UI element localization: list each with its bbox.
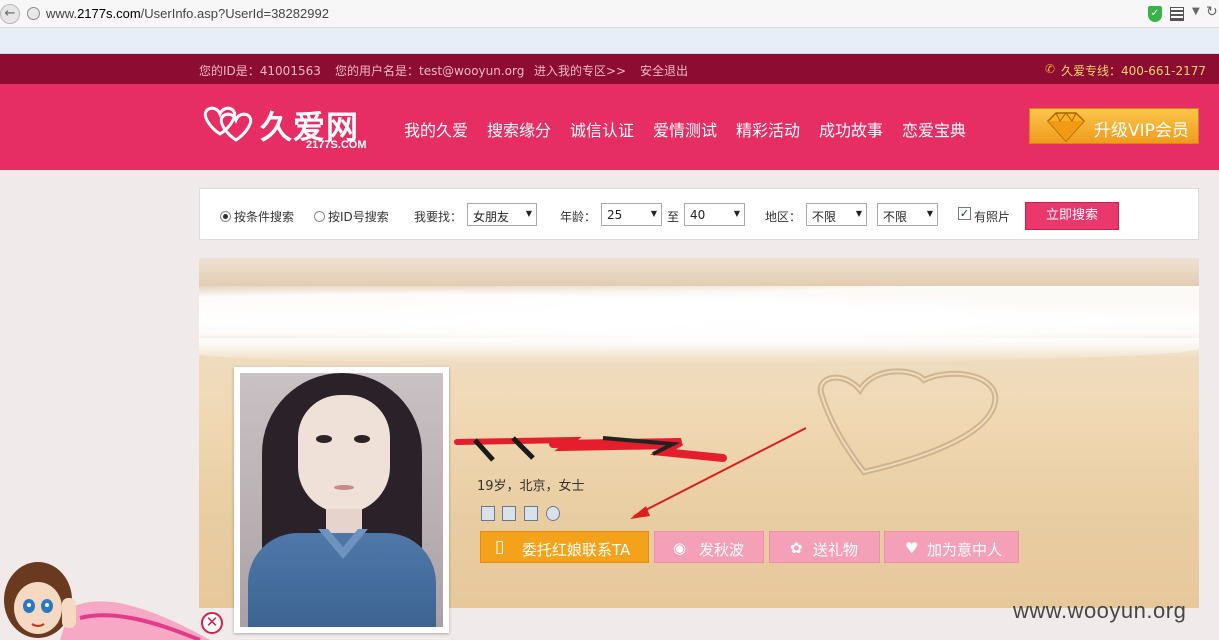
profile-photo-image [240,373,443,627]
back-arrow-icon[interactable]: ← [0,4,20,24]
my-username-text: 您的用户名是：test@wooyun.org [335,64,525,78]
age-label: 年龄： [560,210,597,224]
nav-verification[interactable]: 诚信认证 [570,117,634,141]
profile-age-location: 19岁，北京，女士 [477,479,585,494]
globe-icon [27,7,40,20]
watermark-text: www.wooyun.org [1013,598,1187,623]
site-logo[interactable]: 久爱网 2177S.COM [198,100,374,156]
logo-domain: 2177S.COM [306,139,367,151]
has-photo-checkbox[interactable]: ✓ [958,207,971,220]
nav-search[interactable]: 搜索缘分 [487,117,551,141]
enter-zone-link[interactable]: 进入我的专区>> [534,62,626,79]
phone-icon: ✆ [1045,62,1056,76]
photo-face [298,395,390,513]
sand-heart-drawing [817,368,999,476]
photo-right-eye [354,435,370,443]
radio-checked-icon [220,211,231,222]
chevron-down-icon[interactable]: ▼ [1192,6,1200,17]
radio-search-by-condition[interactable]: 按条件搜索 [220,208,294,225]
eye-icon: ◉ [673,539,687,557]
heart-icon: ♥ [905,539,919,557]
radio-empty-icon [314,211,325,222]
address-url[interactable]: www.2177s.com/UserInfo.asp?UserId=382829… [46,6,329,21]
send-gift-button[interactable]: ✿ 送礼物 [769,531,880,563]
matchmaker-contact-button[interactable]: ▯ 委托红娘联系TA [480,531,649,563]
nav-love-guide[interactable]: 恋爱宝典 [902,117,966,141]
refresh-icon[interactable]: ↻ [1206,4,1218,20]
wink-button[interactable]: ◉ 发秋波 [654,531,764,563]
shield-icon[interactable]: ✓ [1148,6,1162,22]
close-icon[interactable]: ✕ [201,612,223,634]
chevron-down-icon: ▼ [855,209,862,218]
browser-toolbar [0,28,1219,54]
photo-left-eye [316,435,332,443]
radio-condition-label: 按条件搜索 [234,210,295,224]
qr-code-icon[interactable] [1170,7,1184,21]
upgrade-vip-button[interactable]: 升级VIP会员 [1029,108,1199,144]
wink-label: 发秋波 [699,541,745,559]
phone-verified-icon[interactable] [481,506,495,521]
looking-for-label: 我要找： [414,210,463,224]
browser-address-bar: ← www.2177s.com/UserInfo.asp?UserId=3828… [0,0,1219,28]
nav-events[interactable]: 精彩活动 [736,117,800,141]
nav-love-test[interactable]: 爱情测试 [653,117,717,141]
looking-for-select[interactable]: 女朋友 ▼ [467,203,537,226]
region-province-select[interactable]: 不限 ▼ [806,203,867,226]
photo-mouth [334,485,354,490]
hotline-text: 久爱专线：400-661-2177 [1061,64,1207,78]
profile-photo[interactable] [234,367,449,633]
main-nav: 久爱网 2177S.COM 我的久爱 搜索缘分 诚信认证 爱情测试 精彩活动 成… [0,84,1219,170]
age-from-select[interactable]: 25 ▼ [601,203,662,226]
top-info-bar: 您的ID是：41001563 您的用户名是：test@wooyun.org 进入… [0,54,1219,84]
nav-success-stories[interactable]: 成功故事 [819,117,883,141]
region-city-select[interactable]: 不限 ▼ [877,203,938,226]
chevron-down-icon: ▼ [650,209,657,218]
add-favorite-button[interactable]: ♥ 加为意中人 [884,531,1019,563]
has-photo-label: 有照片 [974,210,1011,224]
nav-my-jiuai[interactable]: 我的久爱 [404,117,468,141]
age-to-select[interactable]: 40 ▼ [684,203,745,226]
matchmaker-contact-label: 委托红娘联系TA [522,541,631,559]
send-gift-label: 送礼物 [813,541,859,559]
radio-search-by-id[interactable]: 按ID号搜索 [314,208,389,225]
my-id-text: 您的ID是：41001563 [199,64,321,78]
chevron-down-icon: ▼ [926,209,933,218]
banner-wave [199,286,1199,346]
age-to-label: 至 [667,210,680,224]
search-button[interactable]: 立即搜索 [1025,202,1119,230]
add-favorite-label: 加为意中人 [927,541,1003,559]
video-verified-icon[interactable] [546,506,560,521]
mobile-phone-icon: ▯ [495,537,505,557]
gift-icon: ✿ [790,539,803,557]
hearts-logo-icon [203,106,253,142]
logout-link[interactable]: 安全退出 [640,62,688,79]
mascot-character[interactable] [0,548,210,640]
banner-foam [199,338,1199,364]
region-label: 地区： [765,210,802,224]
annotation-arrow [630,427,807,519]
id-verified-icon[interactable] [502,506,516,521]
chevron-down-icon: ▼ [525,209,532,218]
chevron-down-icon: ▼ [733,209,740,218]
radio-id-label: 按ID号搜索 [328,210,389,224]
diamond-icon [1046,112,1086,143]
search-panel: 按条件搜索 按ID号搜索 我要找： 女朋友 ▼ 年龄： 25 ▼ 至 40 ▼ 地区：… [199,188,1199,240]
email-verified-icon[interactable] [524,506,538,521]
vip-label: 升级VIP会员 [1094,121,1189,141]
